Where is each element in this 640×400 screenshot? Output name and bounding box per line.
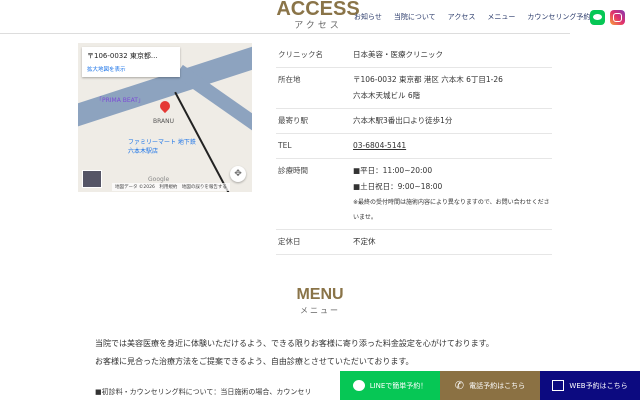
divider: [0, 33, 570, 34]
clinic-info-table: クリニック名 日本美容・医療クリニック 所在地 〒106-0032 東京都 港区 六…: [276, 43, 552, 255]
enlarge-map-link[interactable]: 拡大地図を表示: [87, 65, 175, 73]
row-label: 定休日: [276, 229, 351, 255]
nav-news[interactable]: お知らせ: [354, 12, 382, 22]
row-value: ■平日：11:00~20:00: [353, 166, 433, 175]
google-logo: Google: [148, 176, 170, 183]
google-map[interactable]: 「PRIMA BEAT」 ファミリーマート 地下鉄六本木駅店 BRANU 〒10…: [78, 43, 252, 192]
menu-paragraph: ■初診料・カウンセリング料について：当日施術の場合、カウンセリ: [95, 388, 312, 396]
map-poi: 「PRIMA BEAT」: [96, 97, 144, 104]
button-label: WEB予約はこちら: [569, 381, 628, 390]
line-icon: [352, 380, 365, 391]
map-camera-control-icon[interactable]: ✥: [230, 166, 246, 182]
line-reserve-button[interactable]: LINEで簡単予約！: [340, 371, 440, 400]
nav-about[interactable]: 当院について: [394, 12, 436, 22]
phone-link[interactable]: 03-6804-5141: [353, 141, 406, 150]
row-value: 日本美容・医療クリニック: [353, 50, 443, 59]
web-reserve-button[interactable]: WEB予約はこちら: [540, 371, 640, 400]
map-address: 〒106-0032 東京都...: [87, 52, 158, 60]
table-row: 診療時間 ■平日：11:00~20:00 ■土日祝日：9:00~18:00 ※最終の受…: [276, 158, 552, 230]
menu-subtitle: メニュー: [300, 306, 340, 315]
phone-reserve-button[interactable]: ✆ 電話予約はこちら: [440, 371, 540, 400]
row-value: 六本木駅3番出口より徒歩1分: [353, 116, 453, 125]
main-nav: お知らせ 当院について アクセス メニュー カウンセリング予約: [354, 12, 590, 22]
map-poi: ファミリーマート 地下鉄六本木駅店: [128, 139, 196, 155]
table-row: 定休日 不定休: [276, 229, 552, 255]
instagram-icon[interactable]: [610, 10, 625, 25]
street-view-thumbnail[interactable]: [82, 170, 102, 188]
map-footer: 地図データ ©2026 利用規約 地図の誤りを報告する: [112, 183, 230, 191]
button-label: LINEで簡単予約！: [369, 381, 428, 390]
map-info-card: 〒106-0032 東京都... 拡大地図を表示: [82, 47, 180, 77]
row-label: クリニック名: [276, 43, 351, 68]
button-label: 電話予約はこちら: [469, 381, 526, 390]
row-label: TEL: [276, 133, 351, 159]
menu-paragraph: お客様に見合った治療方法をご提案できるよう、自由診療とさせていただいております。: [95, 357, 414, 366]
map-pin-icon: [157, 98, 173, 114]
web-form-icon: [552, 380, 565, 391]
table-row: クリニック名 日本美容・医療クリニック: [276, 43, 552, 68]
table-row: TEL 03-6804-5141: [276, 133, 552, 159]
row-label: 診療時間: [276, 158, 351, 230]
row-value: 〒106-0032 東京都 港区 六本木 6丁目1-26: [353, 75, 503, 84]
map-poi: BRANU: [153, 118, 175, 125]
phone-icon: ✆: [454, 379, 465, 392]
row-value: 六本木天城ビル 6階: [353, 91, 421, 100]
row-value: 不定休: [353, 237, 376, 246]
menu-title: MENU: [296, 286, 344, 303]
row-label: 最寄り駅: [276, 108, 351, 134]
nav-access[interactable]: アクセス: [448, 12, 476, 22]
row-value: ■土日祝日：9:00~18:00: [353, 182, 443, 191]
hours-note: ※最終の受付時間は施術内容により異なりますので、お問い合わせくださいませ。: [353, 199, 550, 221]
table-row: 所在地 〒106-0032 東京都 港区 六本木 6丁目1-26 六本木天城ビル 6…: [276, 67, 552, 109]
nav-menu[interactable]: メニュー: [487, 12, 515, 22]
row-label: 所在地: [276, 67, 351, 109]
table-row: 最寄り駅 六本木駅3番出口より徒歩1分: [276, 108, 552, 134]
menu-paragraph: 当院では美容医療を身近に体験いただけるよう、できる限りお客様に寄り添った料金設定…: [95, 339, 494, 348]
line-icon[interactable]: [590, 10, 605, 25]
nav-counseling[interactable]: カウンセリング予約: [527, 12, 590, 22]
